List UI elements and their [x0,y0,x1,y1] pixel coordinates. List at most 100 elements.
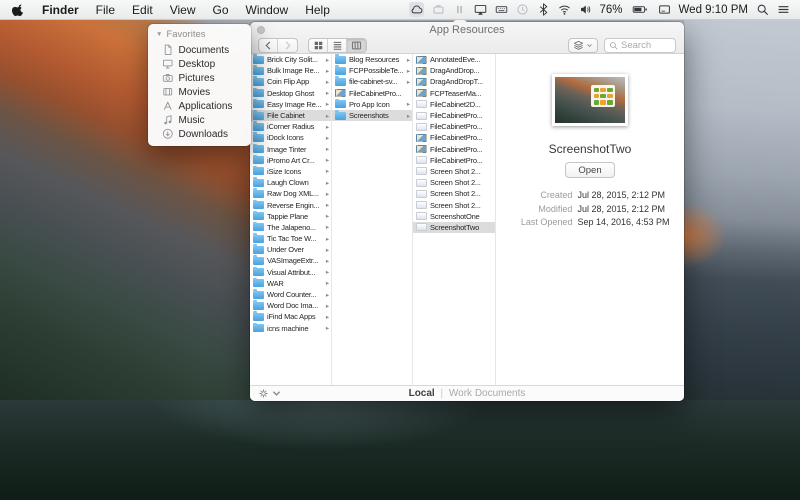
status-icon[interactable] [409,2,424,17]
view-button[interactable] [309,39,328,52]
file-row[interactable]: Easy Image Re... ▸ [250,99,331,110]
file-row[interactable]: Bulk Image Re... ▸ [250,65,331,76]
file-row[interactable]: ScreenshotTwo [413,222,495,233]
file-row[interactable]: AnnotatedEve... [413,54,495,65]
file-row[interactable]: iPromo Art Cr... ▸ [250,155,331,166]
file-icon [253,212,264,220]
status-icon[interactable] [453,3,466,16]
window-manager-icon[interactable] [658,3,671,16]
file-row[interactable]: FileCabinetPro... [413,132,495,143]
metadata-row: Last Opened Sep 14, 2016, 4:53 PM [510,217,669,227]
disclosure-triangle-icon[interactable]: ▼ [156,31,162,38]
file-row[interactable]: Screen Shot 2... [413,188,495,199]
chevron-right-icon: ▸ [326,78,329,86]
file-row[interactable]: Tappie Plane ▸ [250,211,331,222]
file-row[interactable]: Under Over ▸ [250,244,331,255]
file-row[interactable]: file-cabinet-sv... ▸ [332,76,412,87]
chevron-right-icon: ▸ [326,100,329,108]
file-row[interactable]: FCPPossibleTe... ▸ [332,65,412,76]
battery-icon[interactable] [631,3,650,16]
chevron-right-icon: ▸ [326,123,329,131]
search-input[interactable] [621,40,671,51]
file-row[interactable]: ScreenshotOne [413,211,495,222]
title-bar[interactable]: App Resources [250,22,684,54]
open-button[interactable]: Open [565,162,614,178]
status-icon[interactable] [579,3,592,16]
menu-item[interactable]: Window [246,3,289,17]
file-row[interactable]: WAR ▸ [250,278,331,289]
file-row[interactable]: DragAndDropT... [413,76,495,87]
sidebar-item[interactable]: Music [155,113,251,127]
status-icon[interactable] [558,3,571,16]
file-row[interactable]: Tic Tac Toe W... ▸ [250,233,331,244]
file-row[interactable]: FileCabinet2D... [413,99,495,110]
file-row[interactable]: iCorner Radius ▸ [250,121,331,132]
notification-center-icon[interactable] [777,3,790,16]
menu-clock[interactable]: Wed 9:10 PM [679,4,748,16]
file-thumbnail[interactable] [552,74,628,126]
file-row[interactable]: Screenshots ▸ [332,110,412,121]
status-icon[interactable] [474,3,487,16]
file-row[interactable]: DragAndDrop... [413,65,495,76]
menu-item[interactable]: Finder [42,3,79,17]
file-icon [253,167,264,175]
search-field[interactable] [604,38,676,53]
file-row[interactable]: Visual Attribut... ▸ [250,267,331,278]
menu-item[interactable]: Go [213,3,229,17]
file-row[interactable]: iDock Icons ▸ [250,132,331,143]
file-row[interactable]: icns machine ▸ [250,323,331,334]
sidebar-item[interactable]: Applications [155,99,251,113]
apple-icon[interactable] [12,3,25,17]
file-name: FileCabinetPro... [430,111,493,120]
file-row[interactable]: FileCabinetPro... [413,110,495,121]
sidebar-item[interactable]: Desktop [155,57,251,71]
file-row[interactable]: VASImageExtr... ▸ [250,255,331,266]
file-row[interactable]: Word Counter... ▸ [250,289,331,300]
file-row[interactable]: Blog Resources ▸ [332,54,412,65]
spotlight-search-icon[interactable] [756,3,769,16]
status-icon[interactable] [495,3,508,16]
menu-item[interactable]: Edit [132,3,153,17]
file-row[interactable]: The Jalapeno... ▸ [250,222,331,233]
file-row[interactable]: FileCabinetPro... [413,144,495,155]
sidebar-item[interactable]: Movies [155,85,251,99]
location-work-documents[interactable]: Work Documents [449,388,526,399]
status-icon[interactable] [516,3,529,16]
file-row[interactable]: Screen Shot 2... [413,199,495,210]
view-button[interactable] [328,39,347,52]
sidebar-item[interactable]: Documents [155,43,251,57]
file-row[interactable]: FCPTeaserMa... [413,88,495,99]
file-row[interactable]: FileCabinetPro... [413,121,495,132]
menu-item[interactable]: Help [305,3,330,17]
file-row[interactable]: Word Doc Ima... ▸ [250,300,331,311]
status-icon[interactable] [432,3,445,16]
file-row[interactable]: Laugh Clown ▸ [250,177,331,188]
file-row[interactable]: Image Tinter ▸ [250,144,331,155]
file-row[interactable]: Raw Dog XML... ▸ [250,188,331,199]
file-row[interactable]: File Cabinet ▸ [250,110,331,121]
file-name: Visual Attribut... [267,268,325,277]
view-button[interactable] [347,39,366,52]
file-name: File Cabinet [267,111,325,120]
file-row[interactable]: iFind Mac Apps ▸ [250,311,331,322]
file-row[interactable]: Screen Shot 2... [413,166,495,177]
file-row[interactable]: FileCabinetPro... [332,88,412,99]
file-row[interactable]: iSize Icons ▸ [250,166,331,177]
file-row[interactable]: Pro App Icon ▸ [332,99,412,110]
file-row[interactable]: Reverse Engin... ▸ [250,199,331,210]
location-local[interactable]: Local [409,388,435,399]
file-row[interactable]: Brick City Solit... ▸ [250,54,331,65]
menu-item[interactable]: File [96,3,115,17]
status-icon[interactable] [537,3,550,16]
menu-item[interactable]: View [170,3,196,17]
file-row[interactable]: Screen Shot 2... [413,177,495,188]
back-button[interactable] [259,39,278,52]
file-row[interactable]: FileCabinetPro... [413,155,495,166]
file-row[interactable]: Coin Flip App ▸ [250,76,331,87]
sidebar-item[interactable]: Pictures [155,71,251,85]
sidebar-item[interactable]: Downloads [155,127,251,141]
favorites-header[interactable]: ▼ Favorites [155,29,251,40]
forward-button[interactable] [278,39,297,52]
file-row[interactable]: Desktop Ghost ▸ [250,88,331,99]
arrange-button[interactable] [568,38,598,53]
